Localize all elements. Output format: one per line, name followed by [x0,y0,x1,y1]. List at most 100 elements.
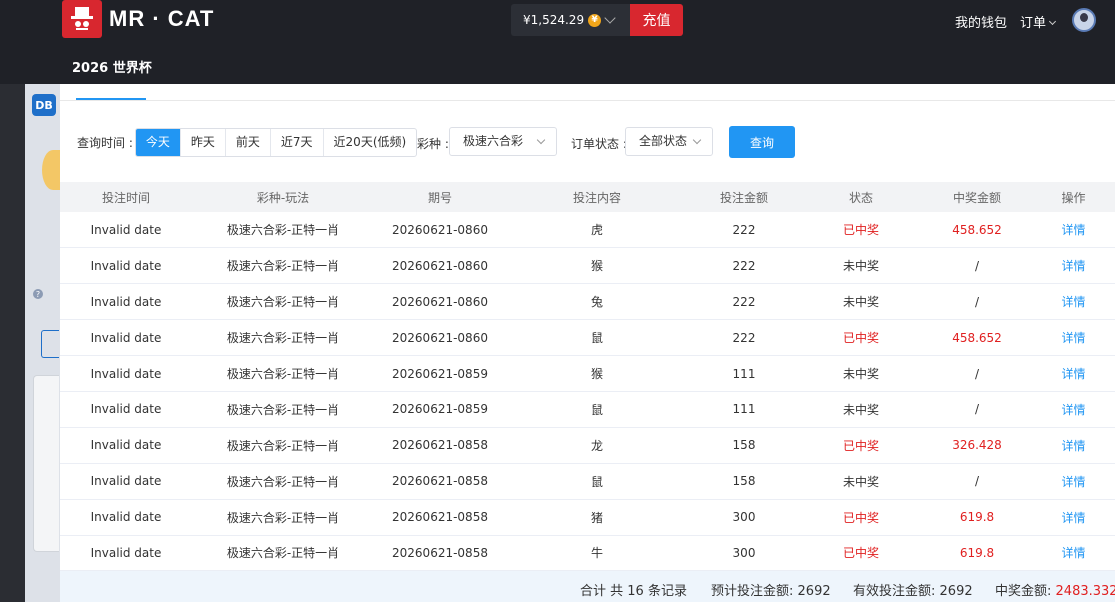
my-wallet-link[interactable]: 我的钱包 [955,12,1007,31]
lottery-play-cell: 极速六合彩-正特一肖 [192,319,374,357]
table-row: Invalid date 极速六合彩-正特一肖 20260621-0858 猪 300 已… [60,499,1115,536]
bet-amount-cell: 158 [688,427,800,464]
table-row: Invalid date 极速六合彩-正特一肖 20260621-0860 兔 222 未… [60,283,1115,321]
column-header: 期号 [374,182,506,212]
win-amount-label: 中奖金额: [995,584,1052,599]
status-cell: 未中奖 [800,355,922,392]
table-row: Invalid date 极速六合彩-正特一肖 20260621-0858 牛 300 已… [60,535,1115,572]
coin-icon: ¥ [588,13,602,27]
detail-link[interactable]: 详情 [1032,463,1115,500]
time-option-yesterday[interactable]: 昨天 [179,128,225,156]
expected-bet-label: 预计投注金额: [711,584,794,599]
db-badge: DB [32,94,56,116]
detail-link[interactable]: 详情 [1032,499,1115,536]
bet-records-panel: 查询时间 : 今天 昨天 前天 近7天 近20天(低频) 彩种 : 极速六合彩 … [60,84,1115,602]
bet-amount-cell: 300 [688,535,800,572]
table-row: Invalid date 极速六合彩-正特一肖 20260621-0860 鼠 222 已… [60,319,1115,357]
expected-bet-amount: 预计投注金额: 2692 [711,580,831,599]
issue-cell: 20260621-0860 [374,212,506,249]
bet-time-cell: Invalid date [60,283,192,321]
lottery-play-cell: 极速六合彩-正特一肖 [192,212,374,249]
summary-bar: 合计 共 16 条记录 预计投注金额: 2692 有效投注金额: 2692 中奖… [60,571,1115,602]
lottery-select[interactable]: 极速六合彩 [449,127,557,156]
chevron-down-icon [536,135,546,145]
lottery-play-cell: 极速六合彩-正特一肖 [192,535,374,572]
time-option-7-days[interactable]: 近7天 [269,128,323,156]
detail-link[interactable]: 详情 [1032,355,1115,392]
lottery-play-cell: 极速六合彩-正特一肖 [192,355,374,392]
time-option-today[interactable]: 今天 [135,128,180,156]
win-amount: 中奖金额: 2483.332 [995,580,1115,599]
status-cell: 未中奖 [800,463,922,500]
lottery-filter-label: 彩种 : [417,137,449,151]
table-row: Invalid date 极速六合彩-正特一肖 20260621-0859 鼠 111 未… [60,391,1115,428]
bet-time-cell: Invalid date [60,355,192,392]
time-option-day-before[interactable]: 前天 [224,128,270,156]
bet-time-cell: Invalid date [60,391,192,428]
help-icon: ? [33,289,43,299]
bet-content-cell: 猪 [506,499,688,536]
bet-amount-cell: 222 [688,247,800,285]
column-header: 彩种-玩法 [192,182,374,212]
column-header: 状态 [800,182,922,212]
bet-amount-cell: 111 [688,391,800,428]
bet-time-cell: Invalid date [60,499,192,536]
win-amount-value: 2483.332 [1055,584,1115,599]
detail-link[interactable]: 详情 [1032,212,1115,249]
status-cell: 已中奖 [800,212,922,249]
status-select-value: 全部状态 [639,134,688,148]
nav-world-cup[interactable]: 2026 世界杯 [72,57,152,76]
background-button [41,330,59,358]
column-header: 投注内容 [506,182,688,212]
background-card [33,375,59,552]
logo[interactable] [62,0,102,38]
bet-time-cell: Invalid date [60,319,192,357]
detail-link[interactable]: 详情 [1032,535,1115,572]
recharge-button[interactable]: 充值 [630,4,683,36]
issue-cell: 20260621-0858 [374,463,506,500]
win-amount-cell: 326.428 [922,427,1032,464]
bet-time-cell: Invalid date [60,427,192,464]
status-cell: 未中奖 [800,391,922,428]
orders-menu[interactable]: 订单 [1020,12,1057,31]
bet-amount-cell: 300 [688,499,800,536]
detail-link[interactable]: 详情 [1032,427,1115,464]
query-button[interactable]: 查询 [729,126,795,158]
status-select[interactable]: 全部状态 [625,127,713,156]
win-amount-cell: 458.652 [922,319,1032,357]
win-amount-cell: / [922,247,1032,285]
tab-active-indicator [76,98,146,100]
win-amount-cell: / [922,463,1032,500]
time-option-20-days[interactable]: 近20天(低频) [322,128,417,156]
lottery-play-cell: 极速六合彩-正特一肖 [192,427,374,464]
detail-link[interactable]: 详情 [1032,283,1115,321]
bet-content-cell: 牛 [506,535,688,572]
issue-cell: 20260621-0860 [374,247,506,285]
chevron-down-icon [692,135,702,145]
time-filter: 查询时间 : 今天 昨天 前天 近7天 近20天(低频) [77,127,418,157]
lottery-play-cell: 极速六合彩-正特一肖 [192,499,374,536]
issue-cell: 20260621-0858 [374,499,506,536]
win-amount-cell: 619.8 [922,499,1032,536]
win-amount-cell: / [922,355,1032,392]
bet-content-cell: 龙 [506,427,688,464]
issue-cell: 20260621-0858 [374,535,506,572]
bet-content-cell: 鼠 [506,319,688,357]
bet-amount-cell: 222 [688,283,800,321]
lottery-select-value: 极速六合彩 [463,134,524,148]
lottery-play-cell: 极速六合彩-正特一肖 [192,391,374,428]
detail-link[interactable]: 详情 [1032,319,1115,357]
issue-cell: 20260621-0858 [374,427,506,464]
win-amount-cell: 458.652 [922,212,1032,249]
table-row: Invalid date 极速六合彩-正特一肖 20260621-0860 猴 222 未… [60,247,1115,285]
issue-cell: 20260621-0859 [374,355,506,392]
orders-label: 订单 [1020,16,1047,31]
bet-content-cell: 兔 [506,283,688,321]
bet-content-cell: 猴 [506,355,688,392]
detail-link[interactable]: 详情 [1032,391,1115,428]
bet-content-cell: 虎 [506,212,688,249]
detail-link[interactable]: 详情 [1032,247,1115,285]
table-header-row: 投注时间 彩种-玩法 期号 投注内容 投注金额 状态 中奖金额 操作 [60,182,1115,212]
avatar[interactable] [1072,8,1096,32]
brand-name: MR · CAT [109,6,215,31]
